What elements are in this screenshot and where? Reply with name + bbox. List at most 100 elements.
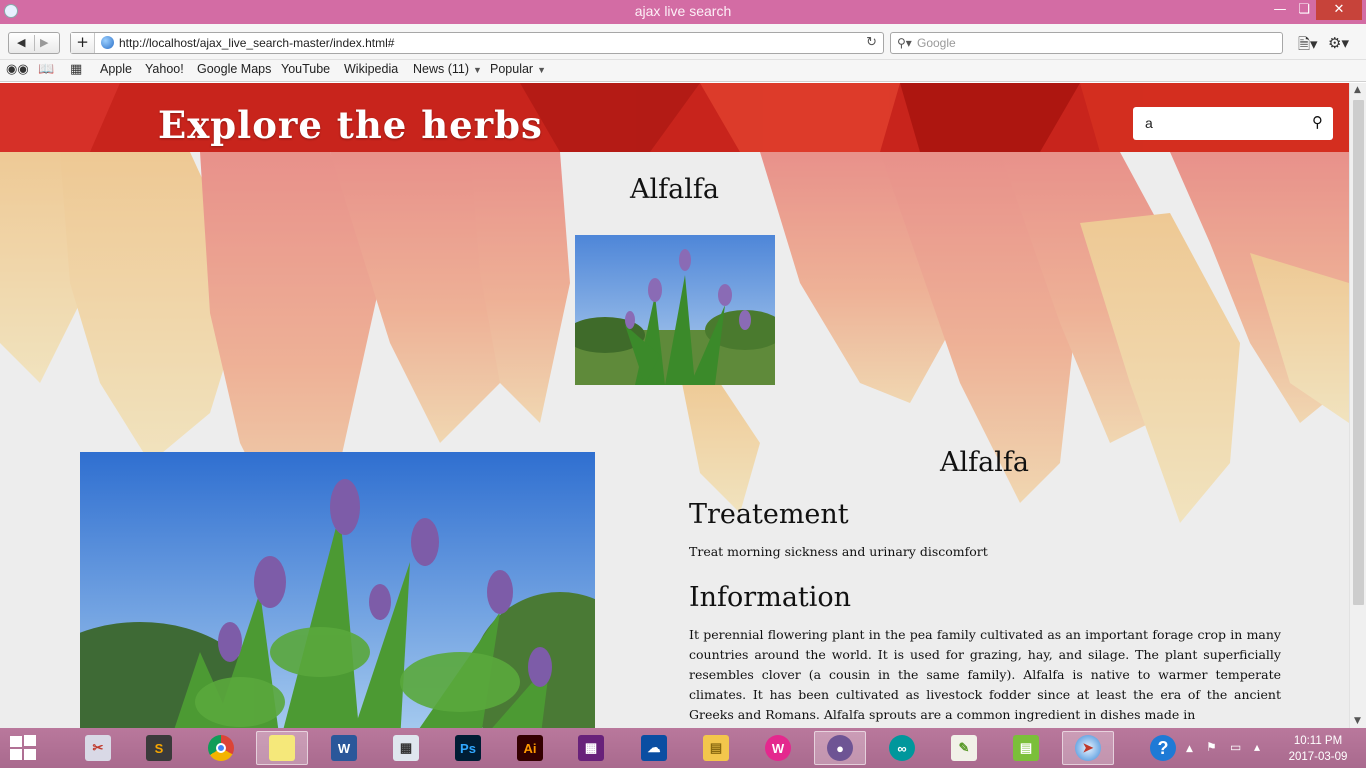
search-icon: ⚲▾ [897, 36, 912, 50]
alfalfa-thumbnail-image[interactable] [575, 235, 775, 385]
browser-search-bar[interactable]: ⚲▾ [890, 32, 1283, 54]
maximize-button[interactable]: ❏ [1290, 0, 1318, 20]
signal-icon[interactable]: ▴ [1254, 740, 1260, 754]
back-button[interactable]: ◀ [17, 36, 25, 49]
show-hidden-icons-icon[interactable]: ▲ [1186, 744, 1193, 754]
taskbar-safari[interactable]: ➤ [1062, 731, 1114, 765]
bookmark-news[interactable]: News (11) ▼ [413, 62, 482, 76]
chevron-down-icon: ▼ [537, 65, 547, 75]
taskbar-photoshop[interactable]: Ps [442, 731, 494, 765]
taskbar-notepad-plus[interactable]: ✎ [938, 731, 990, 765]
wamp-icon: W [765, 735, 791, 761]
clock-date: 2017-03-09 [1288, 751, 1348, 763]
close-button[interactable]: ✕ [1316, 0, 1362, 20]
github-icon: ● [827, 735, 853, 761]
taskbar-hotspot[interactable]: ▤ [1000, 731, 1052, 765]
chrome-icon [208, 735, 234, 761]
sublime-icon: S [146, 735, 172, 761]
taskbar-onedrive[interactable]: ☁ [628, 731, 680, 765]
site-search-input[interactable] [1145, 113, 1295, 133]
site-search-box[interactable]: ⚲ [1133, 107, 1333, 140]
taskbar-github[interactable]: ● [814, 731, 866, 765]
information-heading: Information [689, 582, 852, 613]
scroll-down-icon[interactable]: ▼ [1354, 716, 1361, 726]
windows-logo-tile [24, 735, 36, 746]
site-title: Explore the herbs [158, 103, 543, 147]
taskbar-chrome[interactable] [195, 731, 247, 765]
scrollbar-thumb[interactable] [1353, 100, 1364, 605]
forward-button[interactable]: ▶ [40, 36, 48, 49]
site-header: Explore the herbs ⚲ [0, 83, 1349, 152]
taskbar-visual-studio[interactable]: ▦ [565, 731, 617, 765]
help-icon: ? [1150, 735, 1176, 761]
treatment-heading: Treatement [689, 499, 849, 530]
cloud-icon: ☁ [641, 735, 667, 761]
taskbar-sublime-text[interactable]: S [133, 731, 185, 765]
url-text[interactable]: http://localhost/ajax_live_search-master… [119, 36, 394, 50]
window-titlebar: ajax live search — ❏ ✕ [0, 0, 1366, 24]
detail-title: Alfalfa [940, 447, 1029, 478]
hotspot-icon: ▤ [1013, 735, 1039, 761]
bookmark-google-maps[interactable]: Google Maps [197, 62, 271, 76]
bookmark-yahoo[interactable]: Yahoo! [145, 62, 184, 76]
nav-buttons: ◀ ▶ [8, 32, 60, 54]
notepad-icon: ✎ [951, 735, 977, 761]
bookmark-wikipedia[interactable]: Wikipedia [344, 62, 398, 76]
page-viewport: Explore the herbs ⚲ Alfalfa [0, 83, 1349, 728]
windows-taskbar: ✂ S W ▦ Ps Ai ▦ ☁ ▤ W ● ∞ ✎ ▤ ➤ ? ▲ ⚑ ▭ … [0, 728, 1366, 768]
battery-icon[interactable]: ▭ [1230, 740, 1241, 754]
illustrator-icon: Ai [517, 735, 543, 761]
taskbar-file-explorer[interactable]: ▤ [690, 731, 742, 765]
taskbar-arduino[interactable]: ∞ [876, 731, 928, 765]
scroll-up-icon[interactable]: ▲ [1354, 85, 1361, 95]
clock-time: 10:11 PM [1293, 735, 1343, 747]
bookmark-news-label: News (11) [413, 62, 470, 76]
windows-logo-tile [10, 749, 22, 760]
bookmark-youtube[interactable]: YouTube [281, 62, 330, 76]
taskbar-illustrator[interactable]: Ai [504, 731, 556, 765]
alfalfa-large-image [80, 452, 595, 728]
bookmarks-icon[interactable]: 📖 [38, 62, 54, 77]
windows-logo-tile [10, 736, 22, 747]
chevron-down-icon: ▼ [473, 65, 482, 75]
search-result-title[interactable]: Alfalfa [0, 174, 1349, 205]
bookmark-apple[interactable]: Apple [100, 62, 132, 76]
taskbar-wamp[interactable]: W [752, 731, 804, 765]
search-icon[interactable]: ⚲ [1312, 113, 1323, 131]
taskbar-word[interactable]: W [318, 731, 370, 765]
taskbar-snipping-tool[interactable]: ✂ [72, 731, 124, 765]
scissors-icon: ✂ [85, 735, 111, 761]
reload-icon[interactable]: ↻ [866, 35, 877, 50]
taskbar-help[interactable]: ? [1138, 731, 1188, 765]
add-bookmark-button[interactable]: + [71, 33, 95, 53]
treatment-text: Treat morning sickness and urinary disco… [689, 544, 988, 559]
globe-icon [101, 36, 114, 49]
top-sites-icon[interactable]: ▦ [70, 62, 82, 77]
reading-list-icon[interactable]: ◉◉ [6, 62, 29, 77]
browser-toolbar: ◀ ▶ + http://localhost/ajax_live_search-… [0, 24, 1366, 60]
visual-studio-icon: ▦ [578, 735, 604, 761]
windows-logo-tile [24, 749, 36, 760]
page-menu-icon[interactable]: 🗎▾ [1298, 34, 1318, 59]
arduino-icon: ∞ [889, 735, 915, 761]
folder-icon: ▤ [703, 735, 729, 761]
window-title: ajax live search [634, 3, 732, 19]
flag-icon[interactable]: ⚑ [1206, 740, 1217, 754]
safari-icon: ➤ [1075, 735, 1101, 761]
sticky-notes-icon [269, 735, 295, 761]
vertical-scrollbar[interactable]: ▲ ▼ [1349, 83, 1366, 728]
start-button[interactable] [10, 735, 38, 761]
information-text: It perennial flowering plant in the pea … [689, 627, 1281, 722]
bookmark-popular-label: Popular [490, 62, 534, 76]
taskbar-sticky-notes[interactable] [256, 731, 308, 765]
calculator-icon: ▦ [393, 735, 419, 761]
bookmark-popular[interactable]: Popular ▼ [490, 62, 546, 76]
browser-search-input[interactable] [917, 35, 1267, 51]
gear-icon[interactable]: ⚙▾ [1328, 34, 1349, 52]
word-icon: W [331, 735, 357, 761]
nav-divider [34, 35, 35, 51]
address-bar[interactable]: + http://localhost/ajax_live_search-mast… [70, 32, 884, 54]
system-clock[interactable]: 10:11 PM 2017-03-09 [1286, 733, 1350, 765]
taskbar-calculator[interactable]: ▦ [380, 731, 432, 765]
photoshop-icon: Ps [455, 735, 481, 761]
